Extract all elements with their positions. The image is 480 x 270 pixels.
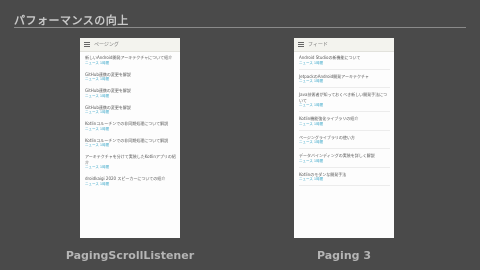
right-app-bar: フィード: [294, 38, 394, 52]
title-divider: [14, 27, 466, 28]
item-source: ニュース 1時間: [85, 126, 110, 131]
item-source: ニュース 1時間: [299, 140, 324, 144]
item-source: ニュース 1時間: [85, 110, 110, 114]
left-feed-list[interactable]: 新しいAndroid開発アーキテクチャについて紹介 ニュース 1時間 GitHu…: [80, 52, 180, 187]
item-source: ニュース 1時間: [299, 158, 324, 163]
list-item[interactable]: droidkaigi 2020 スピーカーについての紹介 ニュース 1時間: [85, 176, 176, 187]
item-title: droidkaigi 2020 スピーカーについての紹介: [85, 176, 166, 181]
list-item[interactable]: ページングライブラリの使い方 ニュース 1時間: [299, 135, 390, 149]
item-source: ニュース 1時間: [85, 77, 110, 81]
list-item[interactable]: 新しいAndroid開発アーキテクチャについて紹介 ニュース 1時間: [85, 55, 176, 66]
list-item[interactable]: Kotlinコルーチンでの非同期処理について解説 ニュース 1時間: [85, 138, 176, 149]
list-item[interactable]: GitHub連携の変更を解説 ニュース 1時間: [85, 72, 176, 83]
item-source: ニュース 1時間: [85, 181, 110, 186]
right-feed-list[interactable]: Android Studioの新機能について ニュース 1時間 Jetpackの…: [294, 52, 394, 186]
list-item[interactable]: GitHub連携の変更を解説 ニュース 1時間: [85, 88, 176, 99]
item-source: ニュース 1時間: [299, 177, 324, 181]
menu-icon[interactable]: [298, 42, 304, 47]
list-item[interactable]: Kotlinコルーチンでの非同期処理について解説 ニュース 1時間: [85, 121, 176, 132]
item-source: ニュース 1時間: [299, 103, 324, 107]
slide-title: パフォーマンスの向上: [14, 14, 129, 27]
left-app-bar: ページング: [80, 38, 180, 52]
list-item[interactable]: Kotlinのモダンな開発手法 ニュース 1時間: [299, 172, 390, 186]
menu-icon[interactable]: [84, 42, 90, 47]
caption-left: PagingScrollListener: [65, 249, 195, 262]
item-source: ニュース 1時間: [85, 143, 110, 147]
item-source: ニュース 1時間: [85, 93, 110, 98]
item-title: Kotlinコルーチンでの非同期処理について解説: [85, 121, 169, 126]
list-item[interactable]: GitHub連携の変更を解説 ニュース 1時間: [85, 105, 176, 116]
right-phone-screen: フィード Android Studioの新機能について ニュース 1時間 Jet…: [294, 38, 394, 238]
list-item[interactable]: Kotlin機能強化ライブラリの紹介 ニュース 1時間: [299, 116, 390, 131]
item-source: ニュース 1時間: [299, 60, 324, 65]
list-item[interactable]: データバインディングの実装を詳しく解説 ニュース 1時間: [299, 153, 390, 168]
item-title: アーキテクチャを分けて実装したKotlinアプリの紹介: [85, 154, 176, 165]
list-item[interactable]: アーキテクチャを分けて実装したKotlinアプリの紹介 ニュース 1時間: [85, 154, 176, 170]
item-source: ニュース 1時間: [85, 165, 110, 169]
left-app-bar-title: ページング: [94, 42, 119, 48]
item-title: 新しいAndroid開発アーキテクチャについて紹介: [85, 55, 173, 60]
item-source: ニュース 1時間: [299, 121, 324, 126]
list-item[interactable]: Java技術者が知っておくべき新しい開発手法について ニュース 1時間: [299, 92, 390, 112]
list-item[interactable]: Android Studioの新機能について ニュース 1時間: [299, 55, 390, 70]
caption-right: Paging 3: [316, 249, 372, 262]
item-source: ニュース 1時間: [85, 60, 110, 65]
list-item[interactable]: JetpackのAndroid開発アーキテクチャ ニュース 1時間: [299, 74, 390, 88]
left-phone-screen: ページング 新しいAndroid開発アーキテクチャについて紹介 ニュース 1時間…: [80, 38, 180, 238]
right-app-bar-title: フィード: [308, 42, 328, 48]
item-source: ニュース 1時間: [299, 79, 324, 83]
item-title: Java技術者が知っておくべき新しい開発手法について: [299, 92, 388, 103]
